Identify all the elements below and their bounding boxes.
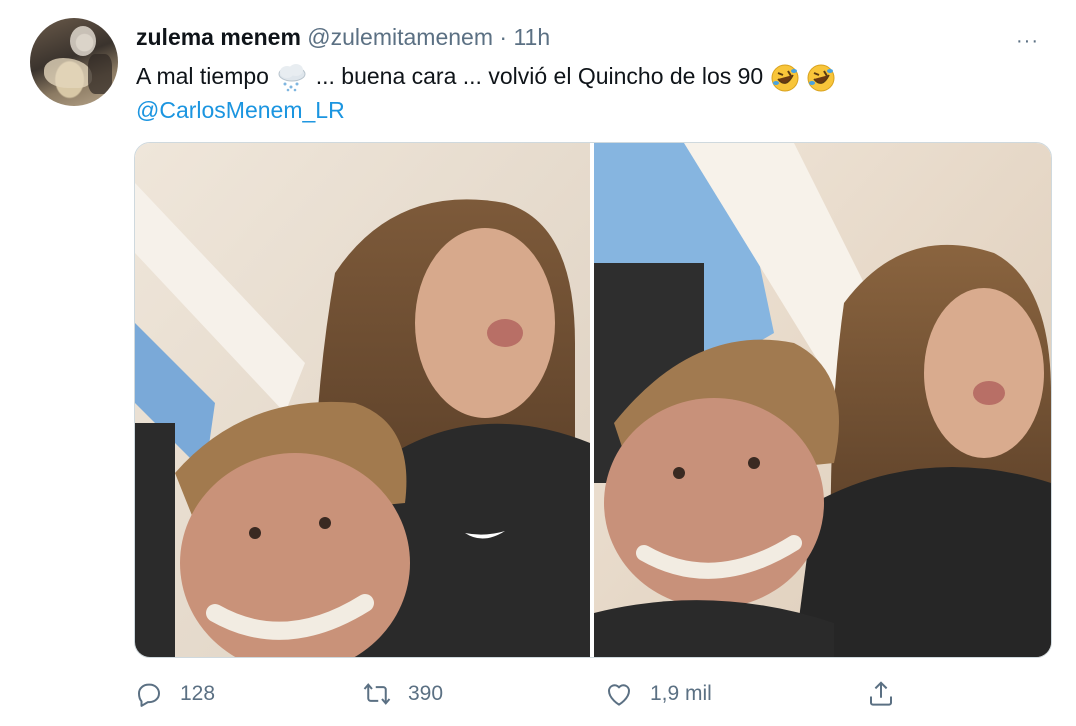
author-handle[interactable]: @zulemitamenem <box>307 24 493 50</box>
retweet-count: 390 <box>408 682 444 705</box>
retweet-button[interactable]: 390 <box>362 676 443 712</box>
more-options-icon[interactable]: ··· <box>1016 30 1039 53</box>
like-button[interactable]: 1,9 mil <box>604 676 712 712</box>
reply-count: 128 <box>180 682 216 705</box>
avatar-detail <box>88 54 112 94</box>
avatar[interactable] <box>30 18 118 106</box>
avatar-detail <box>70 26 96 56</box>
photo-left[interactable] <box>135 143 590 657</box>
like-icon <box>608 684 630 706</box>
selfie-image <box>594 143 1051 657</box>
tweet-header: zulema menem @zulemitamenem · 11h <box>136 22 550 52</box>
retweet-icon <box>363 683 391 705</box>
action-bar: 128 390 1,9 mil <box>0 676 1076 712</box>
tweet-text: A mal tiempo ... buena cara ... volvió e… <box>136 60 996 93</box>
timestamp[interactable]: 11h <box>513 24 550 50</box>
tweet-text-part-2: ... buena cara ... volvió el Quincho de … <box>315 63 764 89</box>
rolling-on-floor-laughing-icon <box>807 64 835 92</box>
share-icon <box>870 681 892 706</box>
like-count: 1,9 mil <box>650 682 712 705</box>
author-name[interactable]: zulema menem <box>136 24 301 50</box>
share-button[interactable] <box>866 676 896 712</box>
tweet-text-part-1: A mal tiempo <box>136 63 269 89</box>
rolling-on-floor-laughing-icon <box>771 64 799 92</box>
mention-link[interactable]: @CarlosMenem_LR <box>136 94 345 126</box>
separator: · <box>499 24 508 50</box>
reply-icon <box>138 683 160 707</box>
avatar-detail <box>44 58 92 88</box>
cloud-with-snow-icon <box>278 63 306 92</box>
selfie-image <box>135 143 590 657</box>
media-grid <box>134 142 1052 658</box>
photo-right[interactable] <box>594 143 1051 657</box>
reply-button[interactable]: 128 <box>134 676 215 712</box>
